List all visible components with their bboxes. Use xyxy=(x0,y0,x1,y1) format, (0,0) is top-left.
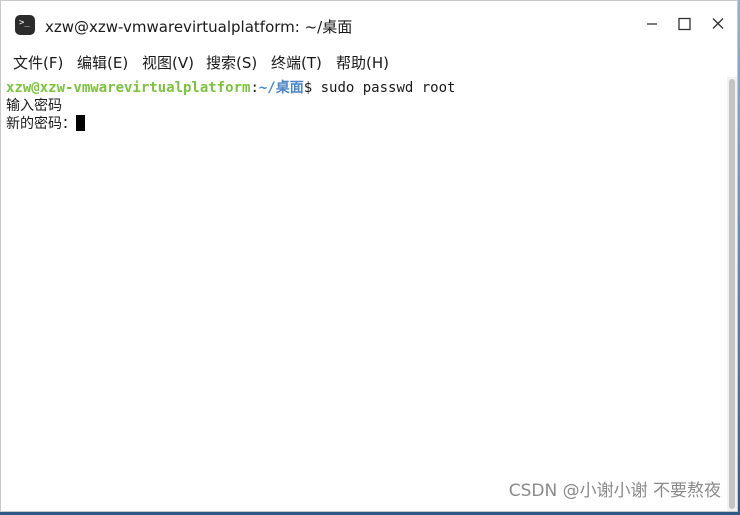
menu-edit[interactable]: 编辑(E) xyxy=(77,52,128,73)
terminal-icon-glyph: >_ xyxy=(19,18,30,28)
minimize-button[interactable] xyxy=(641,13,663,35)
prompt-path: ~/桌面 xyxy=(258,80,304,96)
watermark: CSDN @小谢小谢 不要熬夜 xyxy=(508,481,721,501)
minimize-icon xyxy=(647,23,657,25)
close-button[interactable] xyxy=(707,13,729,35)
prompt-colon: : xyxy=(250,80,259,96)
command-line: xzw@xzw-vmwarevirtualplatform:~/桌面$ sudo… xyxy=(6,79,455,97)
terminal-output[interactable]: xzw@xzw-vmwarevirtualplatform:~/桌面$ sudo… xyxy=(1,77,727,511)
title-bar[interactable]: >_ xzw@xzw-vmwarevirtualplatform: ~/桌面 xyxy=(1,1,737,47)
close-icon xyxy=(712,18,724,29)
vertical-scrollbar[interactable] xyxy=(727,77,737,511)
new-password-prompt: 新的密码： xyxy=(6,116,76,132)
menu-search[interactable]: 搜索(S) xyxy=(206,52,257,73)
terminal-icon: >_ xyxy=(15,15,35,35)
maximize-button[interactable] xyxy=(673,13,695,35)
prompt-user: xzw@xzw-vmwarevirtualplatform xyxy=(6,80,251,96)
window-title: xzw@xzw-vmwarevirtualplatform: ~/桌面 xyxy=(45,18,353,36)
text-cursor xyxy=(76,115,85,131)
command-text: sudo passwd root xyxy=(320,80,456,96)
menu-bar: 文件(F) 编辑(E) 视图(V) 搜索(S) 终端(T) 帮助(H) xyxy=(1,47,737,77)
terminal-window: >_ xzw@xzw-vmwarevirtualplatform: ~/桌面 文… xyxy=(0,0,738,512)
output-line-new-password: 新的密码： xyxy=(6,115,85,133)
prompt-symbol: $ xyxy=(303,80,321,96)
menu-view[interactable]: 视图(V) xyxy=(142,52,194,73)
menu-file[interactable]: 文件(F) xyxy=(13,52,63,73)
menu-terminal[interactable]: 终端(T) xyxy=(271,52,322,73)
maximize-icon xyxy=(678,17,691,31)
scrollbar-thumb[interactable] xyxy=(729,79,735,509)
output-line-password: 输入密码 xyxy=(6,98,62,114)
menu-help[interactable]: 帮助(H) xyxy=(336,52,389,73)
